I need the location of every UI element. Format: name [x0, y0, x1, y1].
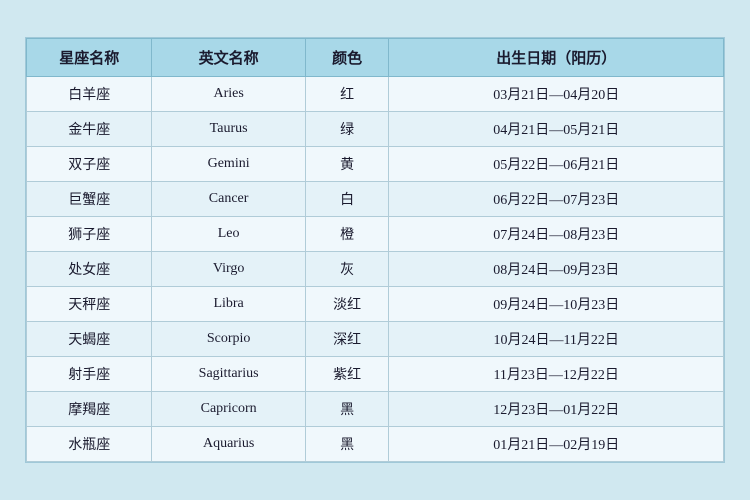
cell-english-name: Libra	[152, 287, 305, 322]
cell-date: 11月23日—12月22日	[389, 357, 724, 392]
table-row: 射手座Sagittarius紫红11月23日—12月22日	[27, 357, 724, 392]
cell-chinese-name: 狮子座	[27, 217, 152, 252]
cell-date: 05月22日—06月21日	[389, 147, 724, 182]
cell-date: 12月23日—01月22日	[389, 392, 724, 427]
cell-english-name: Aquarius	[152, 427, 305, 462]
cell-date: 10月24日—11月22日	[389, 322, 724, 357]
table-row: 水瓶座Aquarius黑01月21日—02月19日	[27, 427, 724, 462]
cell-english-name: Taurus	[152, 112, 305, 147]
cell-english-name: Cancer	[152, 182, 305, 217]
cell-color: 淡红	[305, 287, 389, 322]
cell-color: 灰	[305, 252, 389, 287]
table-row: 摩羯座Capricorn黑12月23日—01月22日	[27, 392, 724, 427]
cell-date: 01月21日—02月19日	[389, 427, 724, 462]
table-row: 金牛座Taurus绿04月21日—05月21日	[27, 112, 724, 147]
header-english-name: 英文名称	[152, 39, 305, 77]
cell-color: 黑	[305, 427, 389, 462]
cell-chinese-name: 天蝎座	[27, 322, 152, 357]
cell-english-name: Sagittarius	[152, 357, 305, 392]
cell-chinese-name: 天秤座	[27, 287, 152, 322]
table-row: 天秤座Libra淡红09月24日—10月23日	[27, 287, 724, 322]
cell-color: 红	[305, 77, 389, 112]
cell-chinese-name: 白羊座	[27, 77, 152, 112]
cell-date: 03月21日—04月20日	[389, 77, 724, 112]
cell-date: 09月24日—10月23日	[389, 287, 724, 322]
cell-color: 橙	[305, 217, 389, 252]
cell-color: 黑	[305, 392, 389, 427]
cell-chinese-name: 巨蟹座	[27, 182, 152, 217]
cell-color: 深红	[305, 322, 389, 357]
table-row: 白羊座Aries红03月21日—04月20日	[27, 77, 724, 112]
cell-chinese-name: 处女座	[27, 252, 152, 287]
cell-english-name: Aries	[152, 77, 305, 112]
cell-color: 黄	[305, 147, 389, 182]
cell-chinese-name: 摩羯座	[27, 392, 152, 427]
table-header-row: 星座名称 英文名称 颜色 出生日期（阳历）	[27, 39, 724, 77]
header-date: 出生日期（阳历）	[389, 39, 724, 77]
cell-chinese-name: 水瓶座	[27, 427, 152, 462]
cell-color: 紫红	[305, 357, 389, 392]
table-row: 狮子座Leo橙07月24日—08月23日	[27, 217, 724, 252]
cell-date: 08月24日—09月23日	[389, 252, 724, 287]
table-row: 处女座Virgo灰08月24日—09月23日	[27, 252, 724, 287]
cell-date: 07月24日—08月23日	[389, 217, 724, 252]
cell-date: 06月22日—07月23日	[389, 182, 724, 217]
cell-english-name: Leo	[152, 217, 305, 252]
cell-chinese-name: 双子座	[27, 147, 152, 182]
cell-english-name: Gemini	[152, 147, 305, 182]
table-row: 天蝎座Scorpio深红10月24日—11月22日	[27, 322, 724, 357]
table-body: 白羊座Aries红03月21日—04月20日金牛座Taurus绿04月21日—0…	[27, 77, 724, 462]
cell-date: 04月21日—05月21日	[389, 112, 724, 147]
cell-chinese-name: 射手座	[27, 357, 152, 392]
cell-english-name: Capricorn	[152, 392, 305, 427]
cell-english-name: Virgo	[152, 252, 305, 287]
table-row: 巨蟹座Cancer白06月22日—07月23日	[27, 182, 724, 217]
header-chinese-name: 星座名称	[27, 39, 152, 77]
zodiac-table: 星座名称 英文名称 颜色 出生日期（阳历） 白羊座Aries红03月21日—04…	[26, 38, 724, 462]
cell-chinese-name: 金牛座	[27, 112, 152, 147]
table-row: 双子座Gemini黄05月22日—06月21日	[27, 147, 724, 182]
cell-english-name: Scorpio	[152, 322, 305, 357]
header-color: 颜色	[305, 39, 389, 77]
cell-color: 白	[305, 182, 389, 217]
zodiac-table-container: 星座名称 英文名称 颜色 出生日期（阳历） 白羊座Aries红03月21日—04…	[25, 37, 725, 463]
cell-color: 绿	[305, 112, 389, 147]
